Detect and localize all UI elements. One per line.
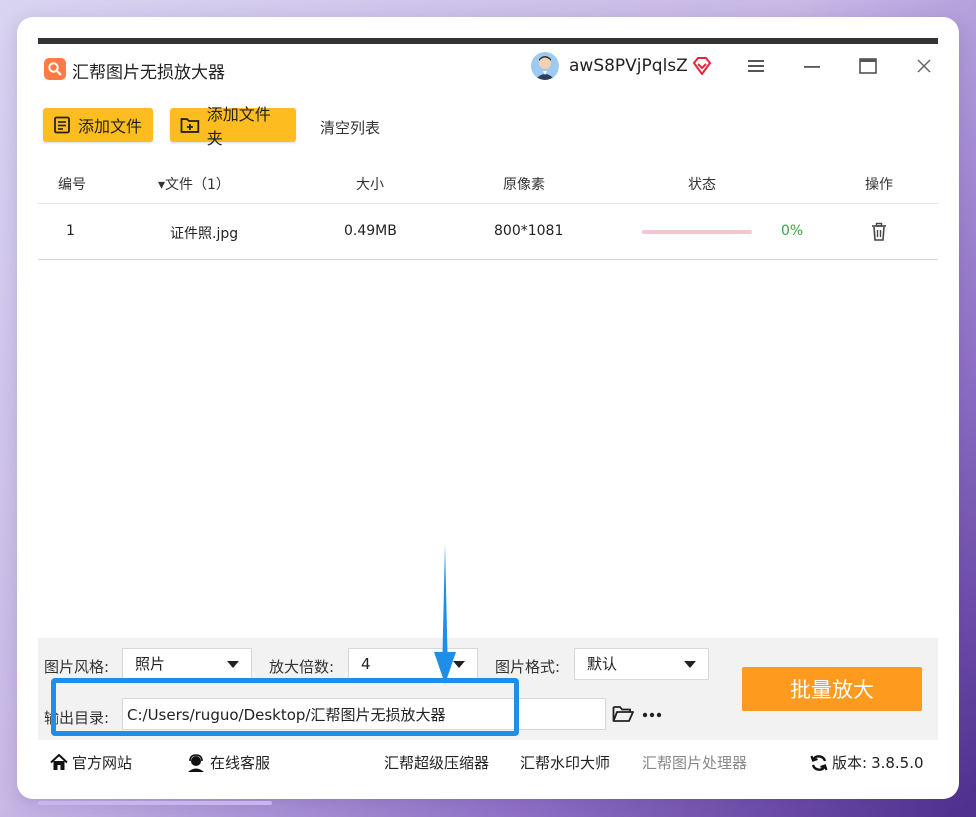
chevron-down-icon [227,661,239,668]
user-avatar[interactable] [531,52,559,80]
row-progress-bar [642,230,752,234]
output-dir-input[interactable] [122,698,606,730]
table-row[interactable]: 1 证件照.jpg 0.49MB 800*1081 0% [38,204,938,260]
batch-enlarge-button[interactable]: 批量放大 [742,667,922,711]
footer: 官方网站 在线客服 汇帮超级压缩器 汇帮水印大师 汇帮图片处理器 版本: 3.8… [38,740,938,778]
official-site-link[interactable]: 官方网站 [50,752,132,773]
title-bar: 汇帮图片无损放大器 awS8PVjPqlsZ [38,44,938,92]
row-pixels: 800*1081 [494,223,564,239]
row-file: 证件照.jpg [170,226,239,242]
format-select[interactable]: 默认 [574,648,709,680]
username[interactable]: awS8PVjPqlsZ [569,56,688,76]
maximize-icon[interactable] [856,55,880,77]
compressor-link[interactable]: 汇帮超级压缩器 [384,752,489,773]
scale-select-value: 4 [361,655,371,673]
row-index: 1 [66,223,75,239]
chevron-down-icon [684,661,696,668]
official-site-label: 官方网站 [72,754,133,772]
add-file-icon [54,116,70,134]
minimize-icon[interactable] [800,55,824,77]
col-pixels: 原像素 [503,177,545,193]
online-service-link[interactable]: 在线客服 [186,752,270,773]
row-progress-text: 0% [781,223,804,239]
style-label: 图片风格: [44,658,110,676]
close-icon[interactable] [912,55,936,77]
version-value: 3.8.5.0 [871,753,924,772]
row-size: 0.49MB [344,223,397,239]
vip-diamond-icon [692,57,712,75]
folder-open-icon[interactable] [612,705,634,723]
delete-icon[interactable] [870,222,888,242]
version-info: 版本: 3.8.5.0 [810,752,924,773]
clear-list-button[interactable]: 清空列表 [320,117,380,138]
table-header: 编号 ▾文件（1） 大小 原像素 状态 操作 [38,160,938,204]
home-icon [50,754,68,770]
online-service-label: 在线客服 [210,754,271,772]
app-title: 汇帮图片无损放大器 [72,63,225,83]
add-folder-label: 添加文件夹 [206,105,271,148]
version-label: 版本: [832,754,868,772]
col-index: 编号 [58,177,86,193]
scale-label: 放大倍数: [269,658,335,676]
pointer-arrow-icon [434,544,456,684]
watermark-link[interactable]: 汇帮水印大师 [520,752,610,773]
refresh-icon[interactable] [810,754,828,772]
style-select-value: 照片 [135,655,166,673]
card-accent-bar [38,801,272,805]
format-label: 图片格式: [495,658,561,676]
col-size: 大小 [356,177,384,193]
app-window: 汇帮图片无损放大器 awS8PVjPqlsZ 添加文件 添加文件夹 清空列表 编… [38,38,938,778]
style-select[interactable]: 照片 [122,648,252,680]
add-file-button[interactable]: 添加文件 [43,108,153,142]
col-file[interactable]: ▾文件（1） [158,174,230,194]
add-folder-icon [180,118,200,133]
menu-icon[interactable] [744,55,768,77]
output-label: 输出目录: [44,709,110,727]
add-file-label: 添加文件 [78,117,143,136]
processor-link[interactable]: 汇帮图片处理器 [642,752,747,773]
col-status: 状态 [688,177,716,193]
format-select-value: 默认 [587,655,618,673]
app-logo-icon [44,58,66,80]
add-folder-button[interactable]: 添加文件夹 [170,105,296,148]
more-icon[interactable] [642,712,662,718]
customer-service-icon [188,753,204,772]
col-action: 操作 [865,177,893,193]
